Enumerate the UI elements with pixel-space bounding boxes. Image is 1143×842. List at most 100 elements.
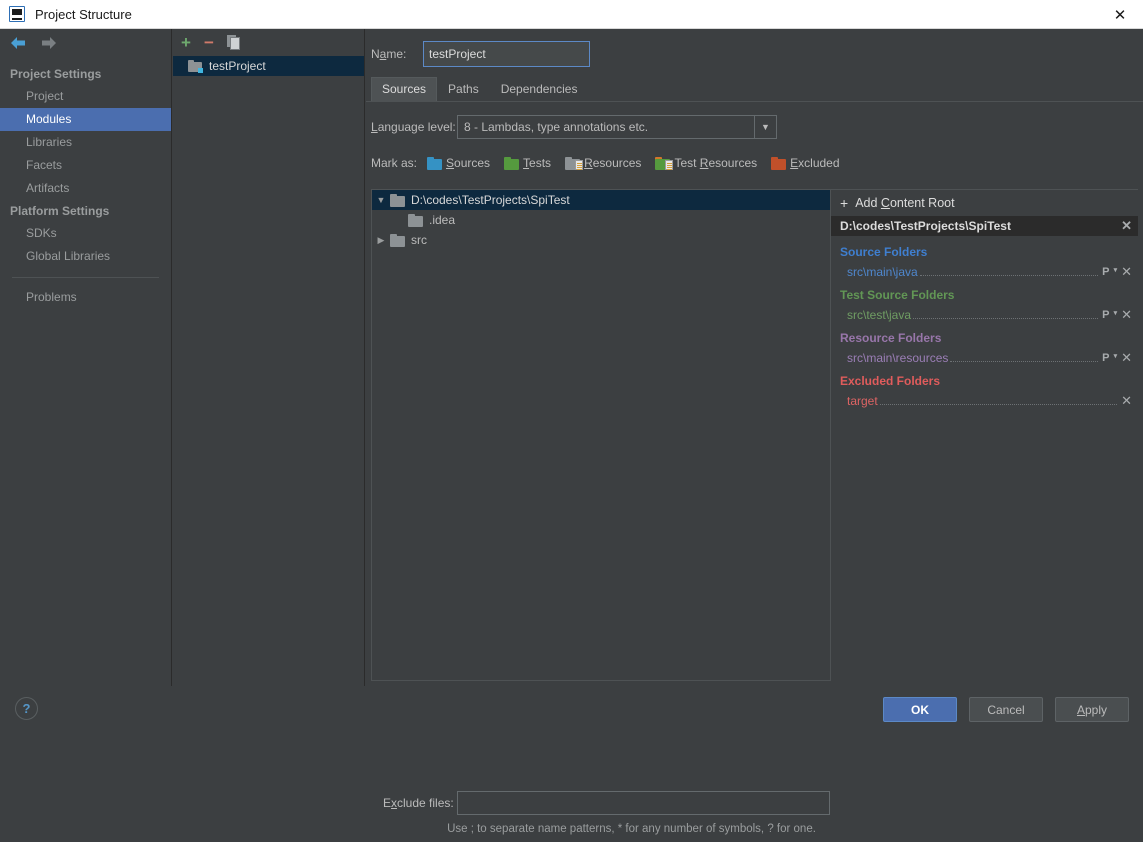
tree-row[interactable]: .idea	[372, 210, 830, 230]
sidebar-item-project[interactable]: Project	[0, 85, 171, 108]
leader-line	[950, 361, 1099, 362]
mark-as-test-resources[interactable]: Test Resources	[655, 156, 757, 170]
project-structure-dialog: Project Structure ✕ Project Settings Pro…	[0, 0, 1143, 835]
add-root-pre: Add	[855, 196, 881, 210]
mark-as-excluded[interactable]: Excluded	[771, 156, 840, 170]
arrow-left-icon[interactable]	[8, 33, 28, 53]
leader-line	[879, 404, 1118, 405]
folder-resources-icon	[565, 156, 584, 170]
remove-module-icon[interactable]: −	[204, 34, 214, 51]
package-prefix-icon[interactable]: P ▾	[1102, 308, 1117, 322]
add-root-post: ontent Root	[889, 196, 955, 210]
tree-row[interactable]: ▶ src	[372, 230, 830, 250]
close-icon[interactable]: ✕	[1097, 0, 1143, 29]
cancel-button[interactable]: Cancel	[969, 697, 1043, 722]
package-prefix-icon[interactable]: P ▾	[1102, 351, 1117, 365]
remove-source-folder-icon[interactable]: ✕	[1121, 265, 1132, 279]
language-level-row: Language level: 8 - Lambdas, type annota…	[371, 115, 1143, 139]
test-resource-lines-icon	[665, 159, 674, 170]
copy-icon-front	[229, 37, 240, 50]
modules-panel: + − testProject	[173, 29, 365, 686]
name-label-pre: N	[371, 47, 380, 61]
ok-button[interactable]: OK	[883, 697, 957, 722]
source-folders-title: Source Folders	[840, 245, 928, 259]
chevron-down-icon[interactable]: ▼	[754, 116, 776, 138]
mark-as-excluded-label: Excluded	[790, 156, 839, 170]
chevron-down-icon[interactable]: ▼	[372, 195, 390, 205]
excluded-folders-title: Excluded Folders	[840, 374, 941, 388]
content-root-path: D:\codes\TestProjects\SpiTest	[840, 219, 1011, 233]
add-root-mnemonic: C	[880, 196, 890, 210]
leader-line	[913, 318, 1099, 319]
add-content-root-button[interactable]: + Add Content Root	[831, 190, 1138, 216]
tab-sources[interactable]: Sources	[371, 77, 438, 101]
name-label-post: me:	[386, 47, 407, 61]
copy-module-icon[interactable]	[226, 35, 241, 50]
mark-as-resources[interactable]: Resources	[565, 156, 641, 170]
remove-excluded-folder-icon[interactable]: ✕	[1121, 394, 1132, 408]
sidebar-item-global-libraries[interactable]: Global Libraries	[0, 245, 171, 268]
module-name-label: testProject	[209, 59, 266, 73]
folder-icon	[390, 193, 405, 207]
mark-as-tests-label: Tests	[523, 156, 551, 170]
mark-as-sources[interactable]: Sources	[427, 156, 490, 170]
test-source-folder-entry[interactable]: src\test\java P ▾ ✕	[831, 304, 1138, 323]
language-level-label-post: anguage level:	[377, 120, 456, 134]
mark-resources-post: esources	[592, 156, 642, 170]
tab-dependencies[interactable]: Dependencies	[490, 77, 589, 101]
apply-button[interactable]: Apply	[1055, 697, 1129, 722]
content-roots-panel: + Add Content Root D:\codes\TestProjects…	[830, 189, 1138, 681]
sidebar-item-artifacts[interactable]: Artifacts	[0, 177, 171, 200]
resource-folders-group: Resource Folders src\main\resources P ▾ ✕	[831, 331, 1138, 365]
tree-row-label: D:\codes\TestProjects\SpiTest	[411, 193, 570, 207]
sidebar-item-sdks[interactable]: SDKs	[0, 222, 171, 245]
dialog-buttons: OK Cancel Apply	[883, 697, 1129, 722]
add-module-icon[interactable]: +	[181, 34, 191, 51]
module-list-item[interactable]: testProject	[173, 56, 364, 76]
sidebar-item-modules[interactable]: Modules	[0, 108, 171, 131]
source-folders-group: Source Folders src\main\java P ▾ ✕	[831, 245, 1138, 279]
sidebar-item-problems[interactable]: Problems	[0, 286, 171, 309]
mark-sources-post: ources	[454, 156, 491, 170]
excluded-folders-group: Excluded Folders target ✕	[831, 374, 1138, 408]
arrow-right-glyph	[41, 36, 56, 49]
excluded-folder-entry[interactable]: target ✕	[831, 390, 1138, 409]
sidebar-item-libraries[interactable]: Libraries	[0, 131, 171, 154]
package-prefix-icon[interactable]: P ▾	[1102, 265, 1117, 279]
exclude-label-post: clude files:	[397, 796, 454, 810]
module-editor: Name: Sources Paths Dependencies Languag…	[366, 29, 1143, 835]
tree-row[interactable]: ▼ D:\codes\TestProjects\SpiTest	[372, 190, 830, 210]
remove-content-root-icon[interactable]: ✕	[1121, 218, 1132, 234]
tree-row-label: .idea	[429, 213, 456, 227]
mark-sources-mnemonic: S	[446, 156, 455, 170]
mark-as-resources-label: Resources	[584, 156, 641, 170]
module-name-label: Name:	[371, 47, 423, 61]
sidebar-item-facets[interactable]: Facets	[0, 154, 171, 177]
remove-test-source-folder-icon[interactable]: ✕	[1121, 308, 1132, 322]
folder-green-icon	[504, 156, 520, 170]
sidebar-list: Project Settings Project Modules Librari…	[0, 63, 171, 309]
mark-test-resources-pre: Test	[674, 156, 700, 170]
mark-as-tests[interactable]: Tests	[504, 156, 551, 170]
remove-resource-folder-icon[interactable]: ✕	[1121, 351, 1132, 365]
modules-toolbar: + −	[173, 29, 364, 56]
mark-as-label: Mark as:	[371, 156, 418, 170]
language-level-value: 8 - Lambdas, type annotations etc.	[464, 120, 649, 134]
content-tree-panel: ▼ D:\codes\TestProjects\SpiTest .idea ▶ …	[371, 189, 830, 835]
module-name-input[interactable]	[423, 41, 590, 67]
exclude-files-input[interactable]	[457, 791, 830, 815]
folder-icon	[390, 233, 405, 247]
mark-excluded-post: xcluded	[798, 156, 840, 170]
exclude-files-hint: Use ; to separate name patterns, * for a…	[447, 823, 816, 835]
resource-folder-entry[interactable]: src\main\resources P ▾ ✕	[831, 347, 1138, 366]
help-icon[interactable]: ?	[15, 697, 38, 720]
source-folder-entry[interactable]: src\main\java P ▾ ✕	[831, 261, 1138, 280]
exclude-files-area: Exclude files: Use ; to separate name pa…	[377, 790, 836, 842]
arrow-right-icon[interactable]	[38, 33, 58, 53]
window-title: Project Structure	[35, 6, 132, 22]
sidebar-group-platform-settings: Platform Settings	[10, 204, 110, 218]
chevron-right-icon[interactable]: ▶	[372, 235, 390, 246]
language-level-select[interactable]: 8 - Lambdas, type annotations etc. ▼	[457, 115, 777, 139]
tab-paths[interactable]: Paths	[437, 77, 490, 101]
exclude-label-pre: E	[383, 796, 392, 810]
